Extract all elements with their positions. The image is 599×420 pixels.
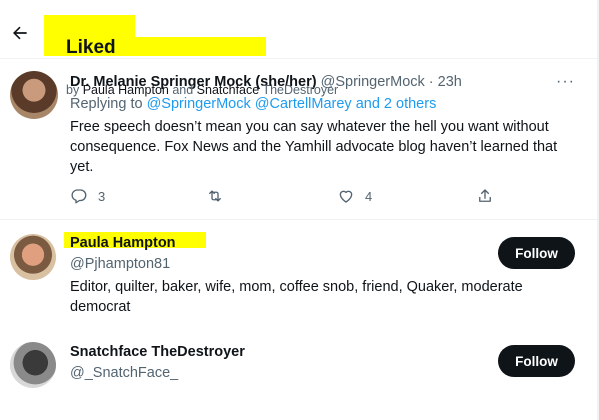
share-icon: [479, 189, 491, 202]
user-name[interactable]: Snatchface TheDestroyer: [70, 343, 245, 361]
user-cell[interactable]: Snatchface TheDestroyer @_SnatchFace_ Fo…: [0, 330, 599, 420]
page-title: Liked: [66, 37, 116, 58]
liker-link-2[interactable]: Snatchface: [197, 83, 260, 97]
retweet-button[interactable]: [206, 187, 234, 205]
avatar[interactable]: [10, 71, 58, 119]
liked-by-prefix: by: [66, 83, 83, 97]
liked-by-and: and: [168, 83, 197, 97]
replying-to-links[interactable]: @SpringerMock @CartellMarey and 2 others: [147, 96, 437, 112]
follow-button[interactable]: Follow: [498, 345, 575, 377]
replying-prefix: Replying to: [70, 96, 147, 112]
avatar[interactable]: [10, 342, 56, 388]
back-arrow-icon: [13, 26, 27, 40]
back-button[interactable]: [9, 22, 31, 44]
reply-button[interactable]: 3: [70, 187, 105, 205]
reply-icon: [71, 189, 87, 204]
like-count: 4: [365, 188, 373, 204]
like-button[interactable]: 4: [337, 187, 372, 205]
avatar[interactable]: [10, 234, 56, 280]
liker-link-2-rest[interactable]: TheDestroyer: [259, 83, 338, 97]
user-cell[interactable]: Paula Hampton @Pjhampton81 Editor, quilt…: [0, 220, 599, 330]
user-bio: Editor, quilter, baker, wife, mom, coffe…: [70, 279, 523, 315]
liked-by-line: by Paula Hampton and Snatchface TheDestr…: [66, 83, 599, 98]
liker-link-1[interactable]: Paula Hampton: [83, 83, 169, 97]
heart-icon: [339, 190, 353, 203]
user-name[interactable]: Paula Hampton: [70, 234, 176, 252]
retweet-icon: [209, 190, 221, 202]
user-handle[interactable]: @Pjhampton81: [70, 255, 170, 273]
liked-header: Liked by Paula Hampton and Snatchface Th…: [0, 0, 599, 97]
follow-button[interactable]: Follow: [498, 237, 575, 269]
user-handle[interactable]: @_SnatchFace_: [70, 364, 178, 382]
tweet-actions: 3 4: [0, 187, 599, 209]
reply-count: 3: [98, 188, 106, 204]
share-button[interactable]: [476, 187, 494, 205]
tweet-text: Free speech doesn’t mean you can say wha…: [70, 119, 558, 175]
